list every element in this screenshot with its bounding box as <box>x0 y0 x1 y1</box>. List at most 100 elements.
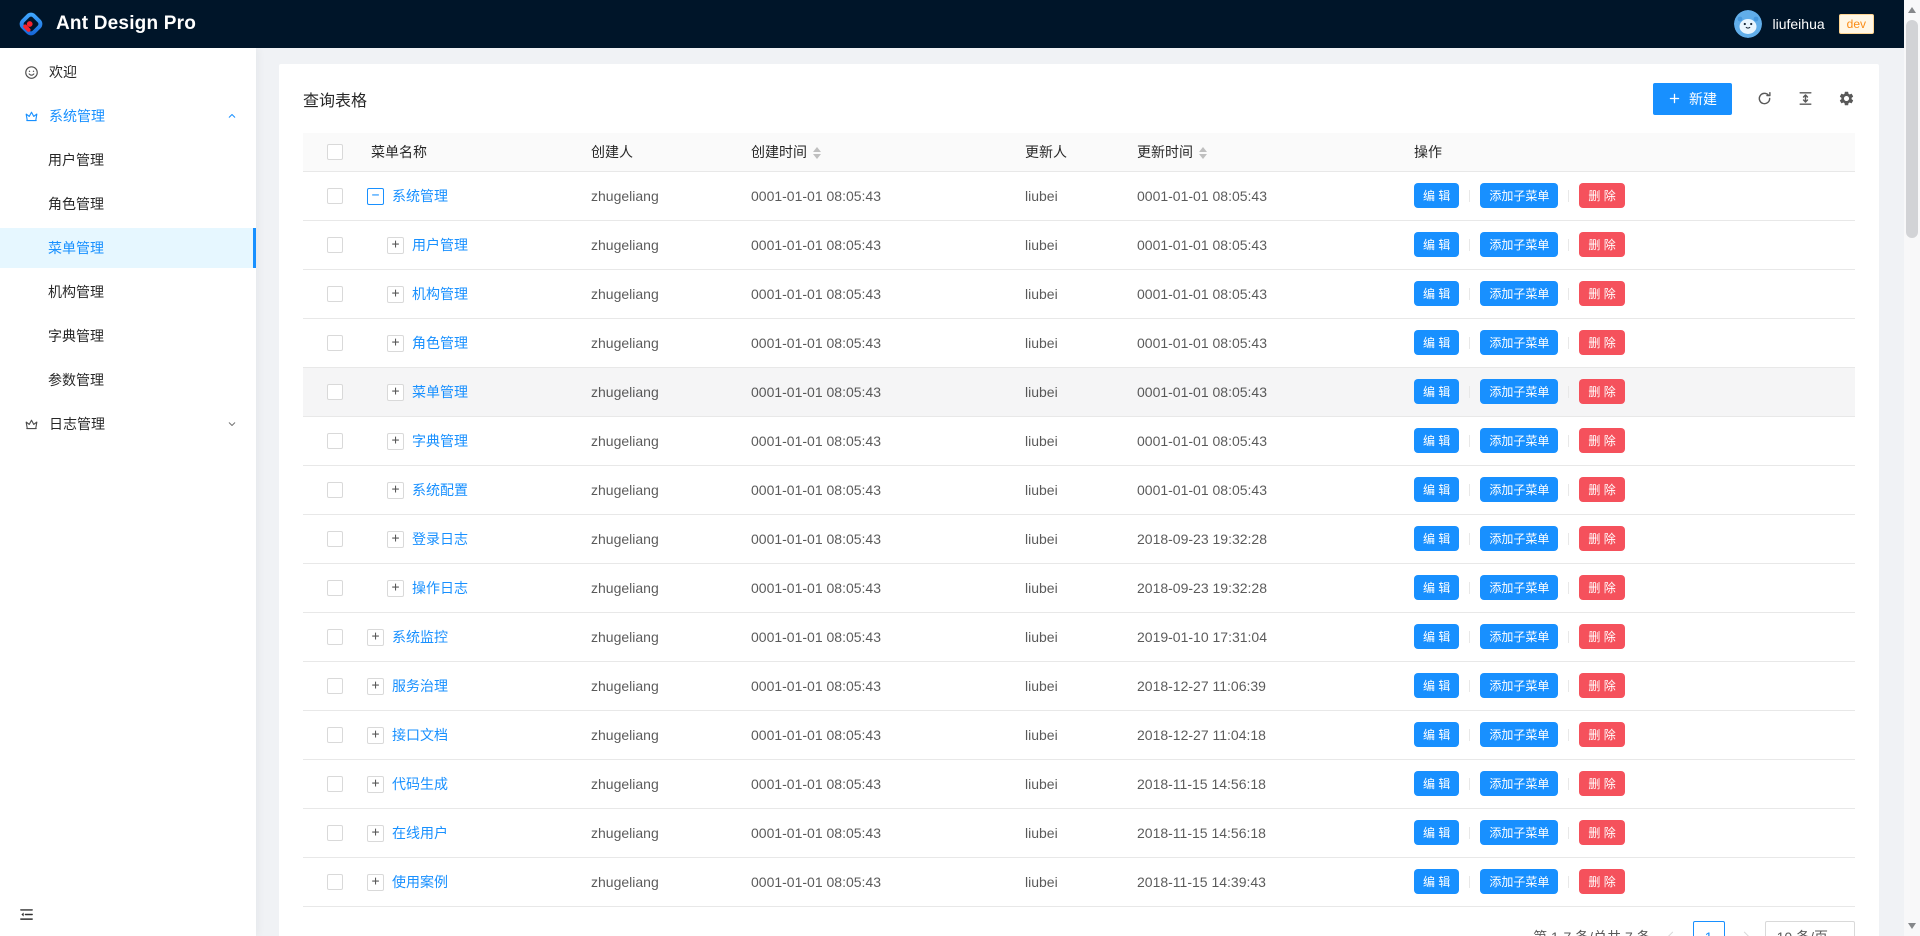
page-scrollbar[interactable] <box>1904 0 1920 936</box>
sidebar-item-log-mgmt[interactable]: 日志管理 <box>0 404 256 444</box>
expand-row-button[interactable]: + <box>387 384 404 401</box>
expand-row-button[interactable]: + <box>387 482 404 499</box>
prev-page-button[interactable] <box>1661 921 1685 936</box>
row-checkbox[interactable] <box>327 776 343 792</box>
page-1-button[interactable]: 1 <box>1693 921 1725 936</box>
menu-name-link[interactable]: 系统配置 <box>412 482 468 498</box>
menu-name-link[interactable]: 用户管理 <box>412 237 468 253</box>
menu-name-link[interactable]: 角色管理 <box>412 335 468 351</box>
menu-name-link[interactable]: 字典管理 <box>412 433 468 449</box>
add-submenu-button[interactable]: 添加子菜单 <box>1480 428 1558 453</box>
expand-row-button[interactable]: + <box>387 531 404 548</box>
row-checkbox[interactable] <box>327 237 343 253</box>
add-submenu-button[interactable]: 添加子菜单 <box>1480 869 1558 894</box>
sidebar-item-user-mgmt[interactable]: 用户管理 <box>0 140 256 180</box>
user-menu[interactable]: liufeihua dev <box>1734 10 1874 38</box>
edit-button[interactable]: 编 辑 <box>1414 575 1459 600</box>
edit-button[interactable]: 编 辑 <box>1414 722 1459 747</box>
row-checkbox[interactable] <box>327 335 343 351</box>
delete-button[interactable]: 删 除 <box>1579 183 1624 208</box>
menu-name-link[interactable]: 系统监控 <box>392 629 448 645</box>
edit-button[interactable]: 编 辑 <box>1414 526 1459 551</box>
column-header-5[interactable]: 更新时间 <box>1137 133 1414 171</box>
delete-button[interactable]: 删 除 <box>1579 575 1624 600</box>
delete-button[interactable]: 删 除 <box>1579 526 1624 551</box>
menu-name-link[interactable]: 操作日志 <box>412 580 468 596</box>
row-checkbox[interactable] <box>327 727 343 743</box>
logo-area[interactable]: Ant Design Pro <box>16 9 196 39</box>
add-submenu-button[interactable]: 添加子菜单 <box>1480 820 1558 845</box>
menu-name-link[interactable]: 机构管理 <box>412 286 468 302</box>
collapse-row-button[interactable]: − <box>367 188 384 205</box>
sidebar-item-system-mgmt[interactable]: 系统管理 <box>0 96 256 136</box>
row-checkbox[interactable] <box>327 286 343 302</box>
menu-name-link[interactable]: 代码生成 <box>392 776 448 792</box>
delete-button[interactable]: 删 除 <box>1579 428 1624 453</box>
expand-row-button[interactable]: + <box>367 629 384 646</box>
sidebar-item-param-mgmt[interactable]: 参数管理 <box>0 360 256 400</box>
sidebar-item-org-mgmt[interactable]: 机构管理 <box>0 272 256 312</box>
sidebar-item-role-mgmt[interactable]: 角色管理 <box>0 184 256 224</box>
edit-button[interactable]: 编 辑 <box>1414 281 1459 306</box>
delete-button[interactable]: 删 除 <box>1579 624 1624 649</box>
add-submenu-button[interactable]: 添加子菜单 <box>1480 183 1558 208</box>
add-submenu-button[interactable]: 添加子菜单 <box>1480 526 1558 551</box>
expand-row-button[interactable]: + <box>367 727 384 744</box>
row-checkbox[interactable] <box>327 384 343 400</box>
add-submenu-button[interactable]: 添加子菜单 <box>1480 232 1558 257</box>
delete-button[interactable]: 删 除 <box>1579 330 1624 355</box>
expand-row-button[interactable]: + <box>387 580 404 597</box>
row-checkbox[interactable] <box>327 188 343 204</box>
delete-button[interactable]: 删 除 <box>1579 379 1624 404</box>
row-checkbox[interactable] <box>327 678 343 694</box>
edit-button[interactable]: 编 辑 <box>1414 477 1459 502</box>
sorter-icon[interactable] <box>1199 147 1207 159</box>
edit-button[interactable]: 编 辑 <box>1414 428 1459 453</box>
expand-row-button[interactable]: + <box>367 825 384 842</box>
edit-button[interactable]: 编 辑 <box>1414 232 1459 257</box>
add-submenu-button[interactable]: 添加子菜单 <box>1480 722 1558 747</box>
expand-row-button[interactable]: + <box>367 776 384 793</box>
menu-name-link[interactable]: 系统管理 <box>392 188 448 204</box>
delete-button[interactable]: 删 除 <box>1579 673 1624 698</box>
edit-button[interactable]: 编 辑 <box>1414 624 1459 649</box>
row-checkbox[interactable] <box>327 874 343 890</box>
edit-button[interactable]: 编 辑 <box>1414 330 1459 355</box>
page-size-select[interactable]: 10 条/页 <box>1765 921 1855 936</box>
delete-button[interactable]: 删 除 <box>1579 232 1624 257</box>
sidebar-item-welcome[interactable]: 欢迎 <box>0 52 256 92</box>
row-checkbox[interactable] <box>327 825 343 841</box>
add-submenu-button[interactable]: 添加子菜单 <box>1480 575 1558 600</box>
reload-icon[interactable] <box>1756 90 1773 107</box>
next-page-button[interactable] <box>1733 921 1757 936</box>
delete-button[interactable]: 删 除 <box>1579 869 1624 894</box>
menu-name-link[interactable]: 使用案例 <box>392 874 448 890</box>
edit-button[interactable]: 编 辑 <box>1414 183 1459 208</box>
expand-row-button[interactable]: + <box>367 874 384 891</box>
sorter-icon[interactable] <box>813 147 821 159</box>
sidebar-item-dict-mgmt[interactable]: 字典管理 <box>0 316 256 356</box>
menu-name-link[interactable]: 登录日志 <box>412 531 468 547</box>
add-submenu-button[interactable]: 添加子菜单 <box>1480 477 1558 502</box>
scrollbar-down-arrow[interactable] <box>1908 923 1916 929</box>
add-submenu-button[interactable]: 添加子菜单 <box>1480 379 1558 404</box>
delete-button[interactable]: 删 除 <box>1579 477 1624 502</box>
add-submenu-button[interactable]: 添加子菜单 <box>1480 281 1558 306</box>
delete-button[interactable]: 删 除 <box>1579 722 1624 747</box>
settings-icon[interactable] <box>1838 90 1855 107</box>
row-checkbox[interactable] <box>327 531 343 547</box>
scrollbar-thumb[interactable] <box>1906 20 1918 238</box>
edit-button[interactable]: 编 辑 <box>1414 820 1459 845</box>
scrollbar-up-arrow[interactable] <box>1908 7 1916 13</box>
menu-name-link[interactable]: 接口文档 <box>392 727 448 743</box>
expand-row-button[interactable]: + <box>387 237 404 254</box>
menu-name-link[interactable]: 菜单管理 <box>412 384 468 400</box>
new-button[interactable]: 新建 <box>1653 83 1732 115</box>
edit-button[interactable]: 编 辑 <box>1414 771 1459 796</box>
add-submenu-button[interactable]: 添加子菜单 <box>1480 771 1558 796</box>
edit-button[interactable]: 编 辑 <box>1414 379 1459 404</box>
expand-row-button[interactable]: + <box>367 678 384 695</box>
expand-row-button[interactable]: + <box>387 335 404 352</box>
edit-button[interactable]: 编 辑 <box>1414 673 1459 698</box>
add-submenu-button[interactable]: 添加子菜单 <box>1480 673 1558 698</box>
